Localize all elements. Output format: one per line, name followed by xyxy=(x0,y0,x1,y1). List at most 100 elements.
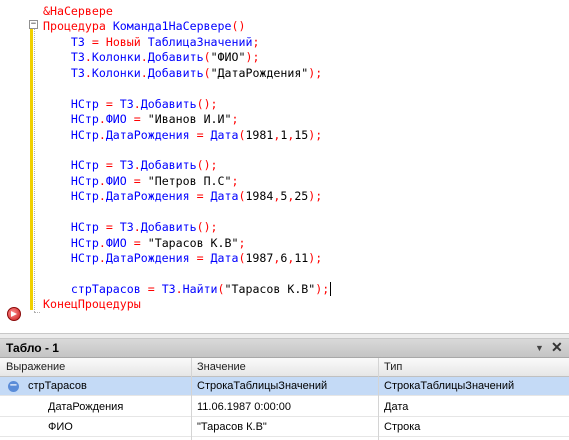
fold-guide-end xyxy=(34,312,40,313)
cell-expression: ДатаРождения xyxy=(48,401,124,413)
code-token: стрТарасов xyxy=(70,281,141,296)
code-token: "Тарасов К.В" xyxy=(224,281,316,296)
code-token: Дата xyxy=(210,251,239,265)
column-divider[interactable] xyxy=(191,358,192,440)
fold-toggle-icon[interactable]: − xyxy=(29,20,38,29)
code-token: . xyxy=(98,173,106,188)
cell-value: 11.06.1987 0:00:00 xyxy=(197,401,291,413)
code-token: "Иванов И.И" xyxy=(147,112,232,127)
code-token: () xyxy=(231,19,246,34)
code-line[interactable]: стрТарасов = ТЗ.Найти("Тарасов К.В"); xyxy=(43,281,332,297)
code-line[interactable]: ТЗ.Колонки.Добавить("ФИО"); xyxy=(43,50,331,65)
code-line[interactable]: НСтр.ФИО = "Петров П.С"; xyxy=(43,174,331,189)
code-token: (); xyxy=(196,158,218,173)
code-token: Колонки xyxy=(91,50,141,65)
code-line[interactable]: НСтр = ТЗ.Добавить(); xyxy=(43,97,331,112)
code-token: Процедура xyxy=(43,19,113,34)
code-token: 25 xyxy=(294,189,309,204)
code-token: Дата xyxy=(210,127,239,142)
code-token: НСтр xyxy=(70,158,99,173)
code-line[interactable]: НСтр.ФИО = "Иванов И.И"; xyxy=(43,112,331,127)
code-token: ); xyxy=(315,281,330,296)
code-token: ; xyxy=(231,112,239,127)
code-token: ( xyxy=(203,50,211,65)
code-token: 15 xyxy=(294,127,309,142)
code-line[interactable] xyxy=(43,81,331,96)
code-line[interactable]: НСтр = ТЗ.Добавить(); xyxy=(43,158,331,173)
code-token: 1984 xyxy=(245,189,274,204)
table-row[interactable]: ДатаРождения 11.06.1987 0:00:00 Дата xyxy=(0,398,569,417)
code-line[interactable] xyxy=(43,266,331,281)
code-token: . xyxy=(140,65,148,80)
code-text[interactable]: &НаСервере Процедура Команда1НаСервере() … xyxy=(43,4,332,313)
code-token: = xyxy=(189,189,211,204)
code-token: = xyxy=(126,235,148,250)
table-row[interactable]: ФИО "Тарасов К.В" Строка xyxy=(0,418,569,437)
code-token: ТЗ xyxy=(119,158,134,173)
table-row[interactable]: − стрТарасов СтрокаТаблицыЗначений Строк… xyxy=(0,377,569,396)
code-token: ; xyxy=(238,235,246,250)
code-token: = xyxy=(140,281,162,296)
code-line[interactable]: НСтр.ФИО = "Тарасов К.В"; xyxy=(43,236,331,251)
code-token: ДатаРождения xyxy=(105,189,190,204)
editor-gutter[interactable] xyxy=(0,0,33,333)
code-token: = xyxy=(84,34,106,49)
code-line[interactable]: Процедура Команда1НаСервере() xyxy=(43,19,331,34)
code-token: ; xyxy=(231,173,239,188)
code-token: ФИО xyxy=(105,112,127,127)
code-token: = xyxy=(126,112,148,127)
cell-value: СтрокаТаблицыЗначений xyxy=(197,380,328,392)
code-token: = xyxy=(98,96,120,111)
code-token: Добавить xyxy=(147,65,204,80)
code-token: Новый xyxy=(105,34,148,49)
column-header-type[interactable]: Тип xyxy=(384,361,402,373)
execution-point-icon[interactable] xyxy=(7,307,21,321)
code-token: "ДатаРождения" xyxy=(210,65,309,80)
cell-type: Дата xyxy=(384,401,409,413)
column-divider[interactable] xyxy=(378,358,379,440)
code-token: НСтр xyxy=(70,220,99,235)
code-token: . xyxy=(98,112,106,127)
code-editor[interactable]: − &НаСервере Процедура Команда1НаСервере(… xyxy=(0,0,569,333)
code-line[interactable]: ТЗ.Колонки.Добавить("ДатаРождения"); xyxy=(43,66,331,81)
code-token: ); xyxy=(308,127,323,142)
code-token: . xyxy=(98,251,106,265)
code-token: (); xyxy=(196,220,218,235)
cell-expression: ФИО xyxy=(48,421,73,433)
code-line[interactable] xyxy=(43,205,331,220)
code-line[interactable] xyxy=(43,143,331,158)
code-line[interactable]: НСтр = ТЗ.Добавить(); xyxy=(43,220,331,235)
code-line[interactable]: НСтр.ДатаРождения = Дата(1984,5,25); xyxy=(43,189,331,204)
close-icon[interactable]: ✕ xyxy=(551,339,563,356)
code-line[interactable]: КонецПроцедуры xyxy=(43,297,331,312)
cell-expression: стрТарасов xyxy=(28,380,87,392)
code-token: "ФИО" xyxy=(210,50,246,65)
code-line[interactable]: НСтр.ДатаРождения = Дата(1981,1,15); xyxy=(43,128,331,143)
code-token: . xyxy=(175,281,183,296)
collapse-icon[interactable]: − xyxy=(8,381,19,392)
panel-titlebar[interactable]: Табло - 1 ▼ ✕ xyxy=(0,339,569,358)
code-line[interactable]: &НаСервере xyxy=(43,4,331,19)
panel-menu-icon[interactable]: ▼ xyxy=(535,343,544,353)
code-line[interactable]: ТЗ = Новый ТаблицаЗначений; xyxy=(43,35,331,50)
column-header-value[interactable]: Значение xyxy=(197,361,246,373)
execution-arrow-icon xyxy=(11,311,17,317)
cell-type: Строка xyxy=(384,421,421,433)
code-token: Найти xyxy=(182,281,218,296)
code-token: ТЗ xyxy=(161,281,176,296)
code-line[interactable]: НСтр.ДатаРождения = Дата(1987,6,11); xyxy=(43,251,331,266)
code-token: . xyxy=(98,127,106,142)
code-token: ; xyxy=(252,34,260,49)
column-header-expression[interactable]: Выражение xyxy=(6,361,65,373)
code-token: ТЗ xyxy=(70,50,85,65)
code-token: ТЗ xyxy=(119,220,134,235)
